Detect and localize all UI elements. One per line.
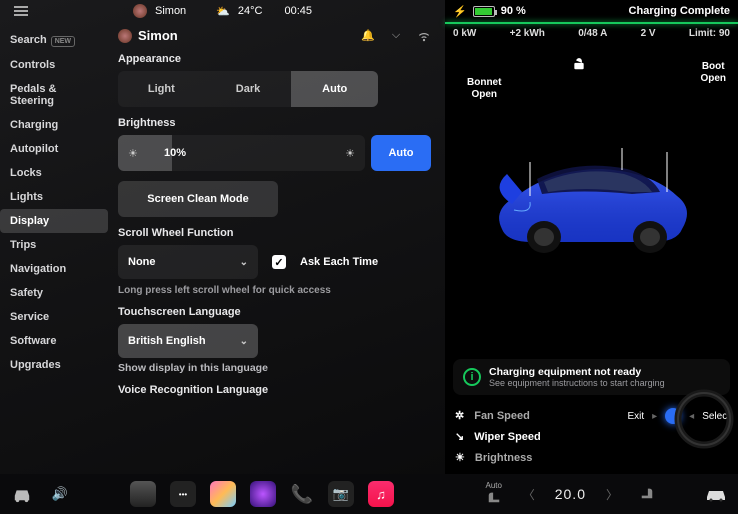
- dock-car-icon[interactable]: [704, 482, 728, 506]
- battery-pct: 90 %: [501, 5, 526, 17]
- panel-user: Simon: [138, 28, 178, 43]
- lang-sub: Show display in this language: [118, 362, 431, 374]
- appearance-dark[interactable]: Dark: [205, 71, 292, 107]
- sidebar-item-lights[interactable]: Lights: [0, 185, 108, 209]
- temp-down[interactable]: 〈: [517, 486, 541, 503]
- brightness-slider[interactable]: ☀ 10% ☀: [118, 135, 365, 171]
- status-temp: 24°C: [238, 5, 263, 17]
- sidebar-item-charging[interactable]: Charging: [0, 113, 108, 137]
- volume-icon[interactable]: 🔊: [48, 482, 72, 506]
- sidebar-item-safety[interactable]: Safety: [0, 281, 108, 305]
- sidebar-item-locks[interactable]: Locks: [0, 161, 108, 185]
- ask-each-time-label: Ask Each Time: [300, 256, 378, 268]
- fan-icon: ✲: [455, 409, 464, 422]
- app-2[interactable]: •••: [170, 481, 196, 507]
- sidebar-item-display[interactable]: Display: [0, 209, 108, 233]
- temp-up[interactable]: 〉: [600, 486, 624, 503]
- quick-brightness[interactable]: Brightness: [475, 452, 532, 464]
- weather-icon: ⛅: [216, 5, 230, 18]
- app-4[interactable]: [250, 481, 276, 507]
- brightness-auto-button[interactable]: Auto: [371, 135, 431, 171]
- wiper-icon: ↘: [455, 430, 464, 443]
- sidebar-item-search[interactable]: SearchNEW: [0, 28, 108, 53]
- battery-icon: [473, 6, 495, 17]
- stat-amps: 0/48 A: [578, 28, 607, 39]
- status-user: Simon: [155, 5, 186, 17]
- menu-icon[interactable]: [14, 4, 28, 18]
- brightness-value: 10%: [164, 147, 186, 159]
- sidebar-item-pedals[interactable]: Pedals & Steering: [0, 77, 108, 113]
- steering-wheel-icon: [674, 389, 734, 449]
- scroll-dropdown[interactable]: None ⌄: [118, 245, 258, 279]
- car-icon[interactable]: [10, 482, 34, 506]
- sidebar-item-autopilot[interactable]: Autopilot: [0, 137, 108, 161]
- exit-label[interactable]: Exit: [627, 411, 644, 422]
- appearance-label: Appearance: [118, 53, 431, 65]
- unlock-icon[interactable]: [572, 57, 586, 74]
- seat-heater-right[interactable]: [638, 486, 656, 503]
- scroll-hint: Long press left scroll wheel for quick a…: [118, 285, 431, 296]
- stat-kw: 0 kW: [453, 28, 476, 39]
- sidebar-item-navigation[interactable]: Navigation: [0, 257, 108, 281]
- lang-label: Touchscreen Language: [118, 306, 431, 318]
- screen-clean-button[interactable]: Screen Clean Mode: [118, 181, 278, 217]
- settings-sidebar: SearchNEW Controls Pedals & Steering Cha…: [0, 22, 108, 474]
- brightness-label: Brightness: [118, 117, 431, 129]
- appearance-auto[interactable]: Auto: [291, 71, 378, 107]
- scroll-label: Scroll Wheel Function: [118, 227, 431, 239]
- sidebar-item-trips[interactable]: Trips: [0, 233, 108, 257]
- bottom-dock: 🔊 ••• 📞 📷 ♫ Auto 〈 20.0 〉: [0, 474, 738, 514]
- bluetooth-icon[interactable]: ⌵: [389, 29, 403, 43]
- notice-sub: See equipment instructions to start char…: [489, 378, 665, 388]
- scroll-value: None: [128, 256, 156, 268]
- ask-each-time-checkbox[interactable]: ✓: [272, 255, 286, 269]
- seat-heater-left[interactable]: Auto: [485, 482, 503, 506]
- boot-open-label[interactable]: BootOpen: [700, 61, 726, 85]
- appearance-segmented: Light Dark Auto: [118, 71, 378, 107]
- bell-icon[interactable]: 🔔: [361, 29, 375, 43]
- wifi-icon[interactable]: [417, 29, 431, 43]
- avatar[interactable]: [133, 4, 147, 18]
- language-dropdown[interactable]: British English ⌄: [118, 324, 258, 358]
- music-app[interactable]: ♫: [368, 481, 394, 507]
- brightness-low-icon: ☀: [128, 147, 138, 160]
- charge-status: Charging Complete: [629, 5, 730, 17]
- vehicle-render: [482, 134, 702, 264]
- status-time: 00:45: [284, 5, 312, 17]
- appearance-light[interactable]: Light: [118, 71, 205, 107]
- notice-title: Charging equipment not ready: [489, 366, 665, 378]
- charge-bolt-icon: ⚡: [453, 5, 467, 18]
- chevron-down-icon: ⌄: [240, 257, 248, 268]
- voice-label: Voice Recognition Language: [118, 384, 431, 396]
- sidebar-item-service[interactable]: Service: [0, 305, 108, 329]
- sidebar-item-upgrades[interactable]: Upgrades: [0, 353, 108, 377]
- stat-limit: Limit: 90: [689, 28, 730, 39]
- app-1[interactable]: [130, 481, 156, 507]
- bonnet-open-label[interactable]: BonnetOpen: [467, 77, 501, 101]
- stat-volts: 2 V: [641, 28, 656, 39]
- sidebar-item-software[interactable]: Software: [0, 329, 108, 353]
- cabin-temp[interactable]: 20.0: [555, 486, 586, 502]
- stat-kwh: +2 kWh: [510, 28, 545, 39]
- phone-icon[interactable]: 📞: [290, 482, 314, 506]
- app-3[interactable]: [210, 481, 236, 507]
- avatar[interactable]: [118, 29, 132, 43]
- quick-fan[interactable]: Fan Speed: [474, 410, 530, 422]
- camera-app[interactable]: 📷: [328, 481, 354, 507]
- sidebar-item-controls[interactable]: Controls: [0, 53, 108, 77]
- brightness-icon: ☀: [455, 451, 465, 464]
- quick-wiper[interactable]: Wiper Speed: [474, 431, 541, 443]
- info-icon: i: [463, 368, 481, 386]
- brightness-high-icon: ☀: [345, 147, 355, 160]
- language-value: British English: [128, 335, 206, 347]
- chevron-down-icon: ⌄: [240, 336, 248, 347]
